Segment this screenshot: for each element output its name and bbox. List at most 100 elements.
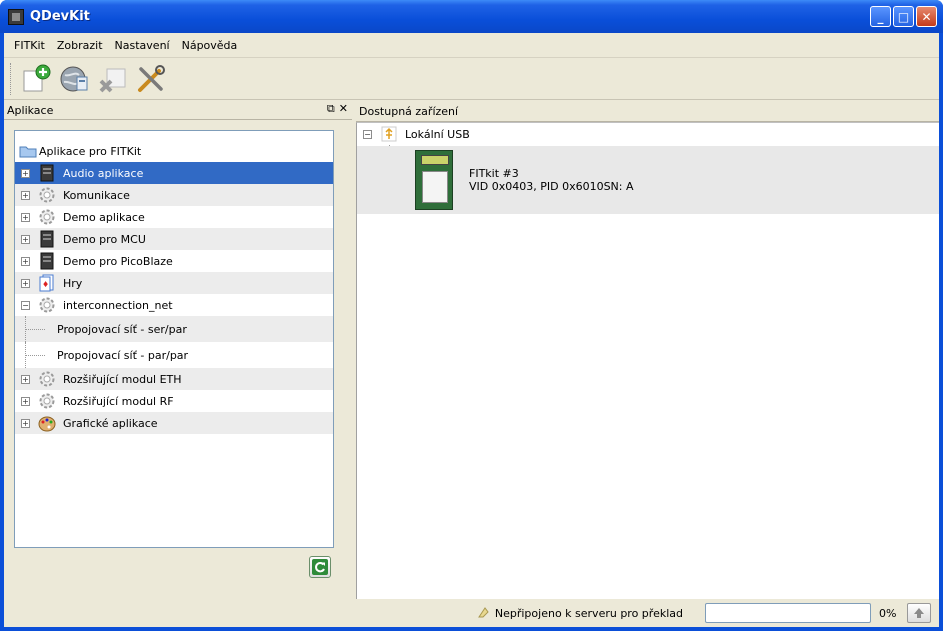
chip-icon <box>38 230 56 248</box>
tree-expander[interactable]: + <box>21 168 30 178</box>
tree-expander[interactable]: + <box>21 418 30 428</box>
tree-item[interactable]: + Rozšiřující modul ETH <box>15 368 333 390</box>
gear-icon <box>38 208 56 226</box>
menu-napoveda[interactable]: Nápověda <box>176 39 244 52</box>
svg-text:♦: ♦ <box>42 280 49 289</box>
tree-expander[interactable]: + <box>21 396 30 406</box>
tree-item-label: Audio aplikace <box>63 166 144 180</box>
new-project-icon <box>23 64 51 91</box>
devices-title-text: Dostupná zařízení <box>359 104 459 118</box>
menu-nastaveni[interactable]: Nastavení <box>109 39 176 52</box>
tree-item-label: Hry <box>63 276 83 290</box>
tree-item-label: Propojovací síť - par/par <box>57 348 189 362</box>
devices-panel: Dostupná zařízení − Lokální USB FITkit #… <box>356 101 939 599</box>
progress-bar <box>705 603 871 623</box>
tree-item[interactable]: + Demo pro PicoBlaze <box>15 250 333 272</box>
app-icon <box>8 8 24 25</box>
client-area: FITKit Zobrazit Nastavení Nápověda Aplik… <box>4 33 939 627</box>
status-text: Nepřipojeno k serveru pro překlad <box>494 606 683 620</box>
window-title: QDevKit <box>30 9 90 24</box>
float-icon[interactable]: ⧉ <box>327 102 335 116</box>
tree-child-item[interactable]: Propojovací síť - ser/par <box>15 316 333 342</box>
tree-expander[interactable]: + <box>21 190 30 200</box>
device-item[interactable]: FITkit #3 VID 0x0403, PID 0x6010SN: A <box>357 146 939 214</box>
tree-root[interactable]: Aplikace pro FITKit <box>15 140 333 162</box>
new-project-button[interactable] <box>19 61 55 97</box>
tree-items: + Audio aplikace + Komunikace + Demo aplikace… <box>15 162 333 434</box>
tree-expander[interactable]: + <box>21 256 30 266</box>
toolbar-grip[interactable] <box>10 62 13 95</box>
tree-connector <box>25 329 45 330</box>
gear-icon <box>38 186 56 204</box>
warning-icon <box>477 605 491 622</box>
folder-icon <box>19 142 37 160</box>
app-window: QDevKit _ □ ✕ FITKit Zobrazit Nastavení … <box>0 0 943 631</box>
cards-icon: ♦ <box>38 274 56 292</box>
tree-item[interactable]: + Demo pro MCU <box>15 228 333 250</box>
tree-item[interactable]: + Komunikace <box>15 184 333 206</box>
tree-expander[interactable]: + <box>21 234 30 244</box>
tools-icon <box>138 64 165 92</box>
close-button[interactable]: ✕ <box>916 6 937 27</box>
tree-item-label: Propojovací síť - ser/par <box>57 322 187 336</box>
tree-item-label: Demo pro PicoBlaze <box>63 254 173 268</box>
toolbar <box>4 58 939 100</box>
tree-item-label: Grafické aplikace <box>63 416 158 430</box>
tree-item[interactable]: + Grafické aplikace <box>15 412 333 434</box>
gear-icon <box>38 370 56 388</box>
close-panel-icon[interactable]: ✕ <box>339 102 348 116</box>
tree-expander[interactable]: + <box>21 278 30 288</box>
tree-root-label: Aplikace pro FITKit <box>39 144 142 158</box>
upload-button[interactable] <box>907 603 931 623</box>
gear-icon <box>38 392 56 410</box>
tree-item[interactable]: + Demo aplikace <box>15 206 333 228</box>
maximize-button[interactable]: □ <box>893 6 914 27</box>
progress-label: 0% <box>879 606 897 620</box>
menu-bar: FITKit Zobrazit Nastavení Nápověda <box>4 33 939 58</box>
tree-expander[interactable]: − <box>21 300 30 310</box>
tree-connector <box>25 355 45 356</box>
status-bar: Nepřipojeno k serveru pro překlad 0% <box>4 599 939 627</box>
tree-item-label: Komunikace <box>63 188 130 202</box>
tree-item[interactable]: + Rozšiřující modul RF <box>15 390 333 412</box>
disconnect-button[interactable] <box>95 61 131 97</box>
tree-item[interactable]: + Audio aplikace <box>15 162 333 184</box>
devices-tree[interactable]: − Lokální USB FITkit #3 VID 0x0403, PID … <box>356 122 939 599</box>
palette-icon <box>38 414 56 432</box>
tree-item-label: Demo aplikace <box>63 210 145 224</box>
gear-icon <box>38 296 56 314</box>
refresh-icon <box>312 559 328 575</box>
device-name: FITkit #3 <box>469 167 519 180</box>
usb-expander[interactable]: − <box>363 129 372 139</box>
refresh-button[interactable] <box>309 556 331 578</box>
disconnect-icon <box>99 68 126 92</box>
title-bar[interactable]: QDevKit _ □ ✕ <box>0 0 943 33</box>
chip-icon <box>38 252 56 270</box>
tree-item-label: Rozšiřující modul RF <box>63 394 174 408</box>
close-icon: ✕ <box>921 9 932 24</box>
settings-button[interactable] <box>133 61 169 97</box>
applications-panel: Aplikace ⧉ ✕ Aplikace pro FITKit + Audio … <box>4 101 352 599</box>
tree-expander[interactable]: + <box>21 374 30 384</box>
tree-item-label: Demo pro MCU <box>63 232 146 246</box>
tree-item-label: Rozšiřující modul ETH <box>63 372 182 386</box>
device-details: VID 0x0403, PID 0x6010SN: A <box>469 180 634 193</box>
applications-panel-title: Aplikace ⧉ ✕ <box>4 101 352 120</box>
connect-button[interactable] <box>57 61 93 97</box>
globe-connect-icon <box>60 66 88 91</box>
tree-child-item[interactable]: Propojovací síť - par/par <box>15 342 333 368</box>
minimize-button[interactable]: _ <box>870 6 891 27</box>
arrow-up-icon <box>914 608 924 618</box>
minimize-icon: _ <box>877 9 884 24</box>
tree-item[interactable]: + ♦ Hry <box>15 272 333 294</box>
chip-icon <box>38 164 56 182</box>
usb-node[interactable]: − Lokální USB <box>357 123 939 145</box>
usb-icon <box>380 125 398 143</box>
tree-item[interactable]: − interconnection_net <box>15 294 333 316</box>
tree-expander[interactable]: + <box>21 212 30 222</box>
usb-label: Lokální USB <box>405 127 470 141</box>
menu-fitkit[interactable]: FITKit <box>8 39 51 52</box>
applications-tree[interactable]: Aplikace pro FITKit + Audio aplikace + Komu… <box>14 130 334 548</box>
fitkit-board-icon <box>415 150 453 210</box>
menu-zobrazit[interactable]: Zobrazit <box>51 39 109 52</box>
